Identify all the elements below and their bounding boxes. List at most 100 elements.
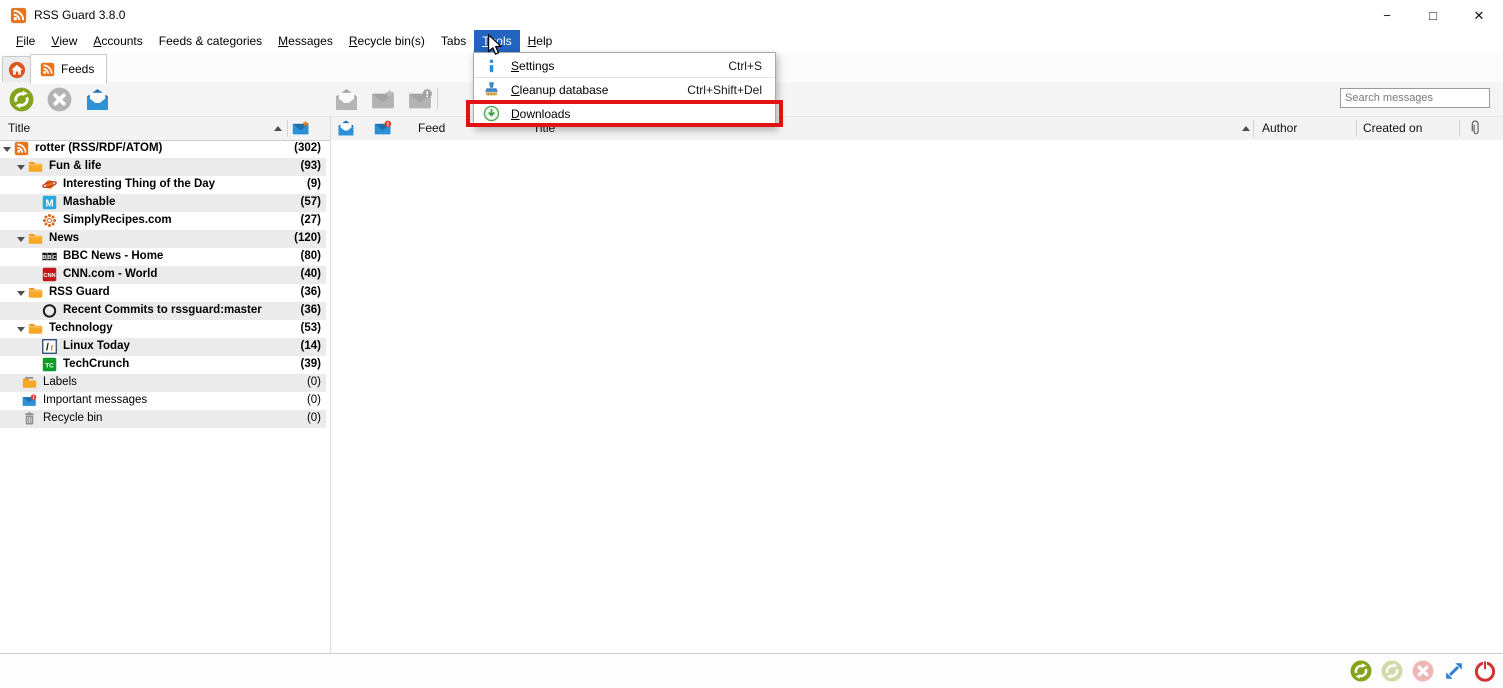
- menubar-item-tools[interactable]: Tools: [474, 30, 519, 52]
- feed-unread-count: (93): [301, 160, 321, 172]
- feed-row-fun-life[interactable]: Fun & life(93): [0, 158, 326, 176]
- folder-icon: [28, 231, 43, 246]
- feed-unread-count: (0): [307, 376, 321, 388]
- feed-label: Technology: [49, 322, 113, 334]
- menu-item-label: Settings: [511, 59, 728, 73]
- feed-unread-count: (14): [301, 340, 321, 352]
- feed-row-news[interactable]: News (120): [0, 230, 326, 248]
- menubar-item-file[interactable]: File: [8, 30, 43, 52]
- mark-message-read-button[interactable]: [332, 85, 360, 113]
- menubar-item-view[interactable]: View: [43, 30, 85, 52]
- maximize-button[interactable]: □: [1410, 1, 1456, 30]
- envelope-warning-icon: [22, 393, 37, 408]
- feed-row-technology[interactable]: Technology(53): [0, 320, 326, 338]
- feed-label: TechCrunch: [63, 358, 129, 370]
- importance-column-envelope-warning-icon[interactable]: [374, 119, 392, 137]
- feed-label: News: [49, 232, 79, 244]
- minimize-button[interactable]: −: [1364, 1, 1410, 30]
- menu-item-downloads[interactable]: Downloads: [474, 102, 775, 125]
- close-button[interactable]: ✕: [1456, 1, 1502, 30]
- envelope-open-icon: [85, 87, 110, 112]
- settings-icon: [483, 57, 500, 74]
- feed-row-recent-commits-to-rssguard-master[interactable]: Recent Commits to rssguard:master(36): [0, 302, 326, 320]
- folder-icon: [28, 159, 43, 174]
- feed-label: Linux Today: [63, 340, 130, 352]
- menu-item-cleanup-database[interactable]: Cleanup databaseCtrl+Shift+Del: [474, 78, 775, 101]
- author-column-header[interactable]: Author: [1262, 121, 1297, 135]
- recycle-bin-icon: [22, 411, 37, 426]
- stop-update-button[interactable]: [45, 85, 73, 113]
- feed-unread-count: (302): [294, 142, 321, 154]
- feed-row-linux-today[interactable]: lt Linux Today (14): [0, 338, 326, 356]
- expander-icon[interactable]: [3, 147, 11, 152]
- fullscreen-button[interactable]: [1442, 659, 1465, 682]
- svg-text:CNN: CNN: [43, 273, 55, 279]
- feed-row-cnn-com-world[interactable]: CNNCNN.com - World(40): [0, 266, 326, 284]
- update-all-feeds-button[interactable]: [7, 85, 35, 113]
- update-selected-feeds-button[interactable]: [1380, 659, 1403, 682]
- tab-feeds[interactable]: Feeds: [30, 54, 107, 84]
- linuxtoday-icon: lt: [42, 339, 57, 354]
- folder-icon: [28, 321, 43, 336]
- mark-all-read-button[interactable]: [83, 85, 111, 113]
- update-all-feeds-button[interactable]: [1349, 659, 1372, 682]
- read-column-envelope-open-icon[interactable]: [337, 119, 355, 137]
- expander-icon[interactable]: [17, 165, 25, 170]
- feed-label: Recycle bin: [43, 412, 102, 424]
- menubar-item-feeds-categories[interactable]: Feeds & categories: [151, 30, 270, 52]
- feed-label: Labels: [43, 376, 77, 388]
- feed-row-interesting-thing-of-the-day[interactable]: Interesting Thing of the Day(9): [0, 176, 326, 194]
- expander-icon[interactable]: [17, 237, 25, 242]
- feed-row-mashable[interactable]: MMashable(57): [0, 194, 326, 212]
- feed-unread-count: (36): [301, 304, 321, 316]
- feed-row-bbc-news-home[interactable]: BBCBBC News - Home(80): [0, 248, 326, 266]
- feed-row-simplyrecipes-com[interactable]: SimplyRecipes.com(27): [0, 212, 326, 230]
- paperclip-icon[interactable]: [1466, 119, 1484, 137]
- column-divider: [287, 120, 288, 137]
- svg-text:M: M: [45, 198, 53, 209]
- switch-message-importance-button[interactable]: [406, 85, 434, 113]
- feed-row-labels[interactable]: Labels (0): [0, 374, 326, 392]
- feed-row-rss-guard[interactable]: RSS Guard(36): [0, 284, 326, 302]
- refresh-icon: [9, 87, 34, 112]
- quit-button[interactable]: [1473, 659, 1496, 682]
- menubar-item-messages[interactable]: Messages: [270, 30, 341, 52]
- feed-row-techcrunch[interactable]: TCTechCrunch(39): [0, 356, 326, 374]
- created-on-column-header[interactable]: Created on: [1363, 121, 1422, 135]
- feed-unread-count: (0): [307, 394, 321, 406]
- expander-icon[interactable]: [17, 327, 25, 332]
- switch-message-starred-button[interactable]: [369, 85, 397, 113]
- feed-label: SimplyRecipes.com: [63, 214, 172, 226]
- feed-list-title-column-header[interactable]: Title: [8, 121, 30, 135]
- cleanup-database-icon: [483, 81, 500, 98]
- feed-unread-count: (80): [301, 250, 321, 262]
- tab-feeds-label: Feeds: [61, 62, 94, 76]
- feed-unread-count: (40): [301, 268, 321, 280]
- planet-icon: [42, 177, 57, 192]
- cancel-icon: [1412, 660, 1434, 682]
- menubar-item-recycle-bin-s[interactable]: Recycle bin(s): [341, 30, 433, 52]
- menu-item-shortcut: Ctrl+S: [728, 59, 762, 73]
- menubar-item-accounts[interactable]: Accounts: [85, 30, 150, 52]
- column-divider: [1253, 120, 1254, 137]
- feed-unread-count: (9): [307, 178, 321, 190]
- menubar-item-help[interactable]: Help: [520, 30, 561, 52]
- tab-home[interactable]: [2, 56, 31, 83]
- menubar-item-tabs[interactable]: Tabs: [433, 30, 474, 52]
- feed-column-header[interactable]: Feed: [418, 121, 445, 135]
- feed-row-rotter-rss-rdf-atom[interactable]: rotter (RSS/RDF/ATOM)(302): [0, 140, 326, 158]
- search-input[interactable]: [1340, 88, 1490, 108]
- stop-running-update-button[interactable]: [1411, 659, 1434, 682]
- feed-list-header[interactable]: Title: [0, 116, 330, 141]
- feed-unread-count: (120): [294, 232, 321, 244]
- message-list-viewport: [331, 140, 1503, 653]
- feed-unread-count: (57): [301, 196, 321, 208]
- feed-unread-count: (0): [307, 412, 321, 424]
- labels-folder-icon: [22, 375, 37, 390]
- feed-row-recycle-bin[interactable]: Recycle bin (0): [0, 410, 326, 428]
- expander-icon[interactable]: [17, 291, 25, 296]
- feed-row-important-messages[interactable]: Important messages(0): [0, 392, 326, 410]
- tools-menu-popup: SettingsCtrl+SCleanup databaseCtrl+Shift…: [473, 52, 776, 127]
- feed-unread-count: (39): [301, 358, 321, 370]
- menu-item-settings[interactable]: SettingsCtrl+S: [474, 54, 775, 77]
